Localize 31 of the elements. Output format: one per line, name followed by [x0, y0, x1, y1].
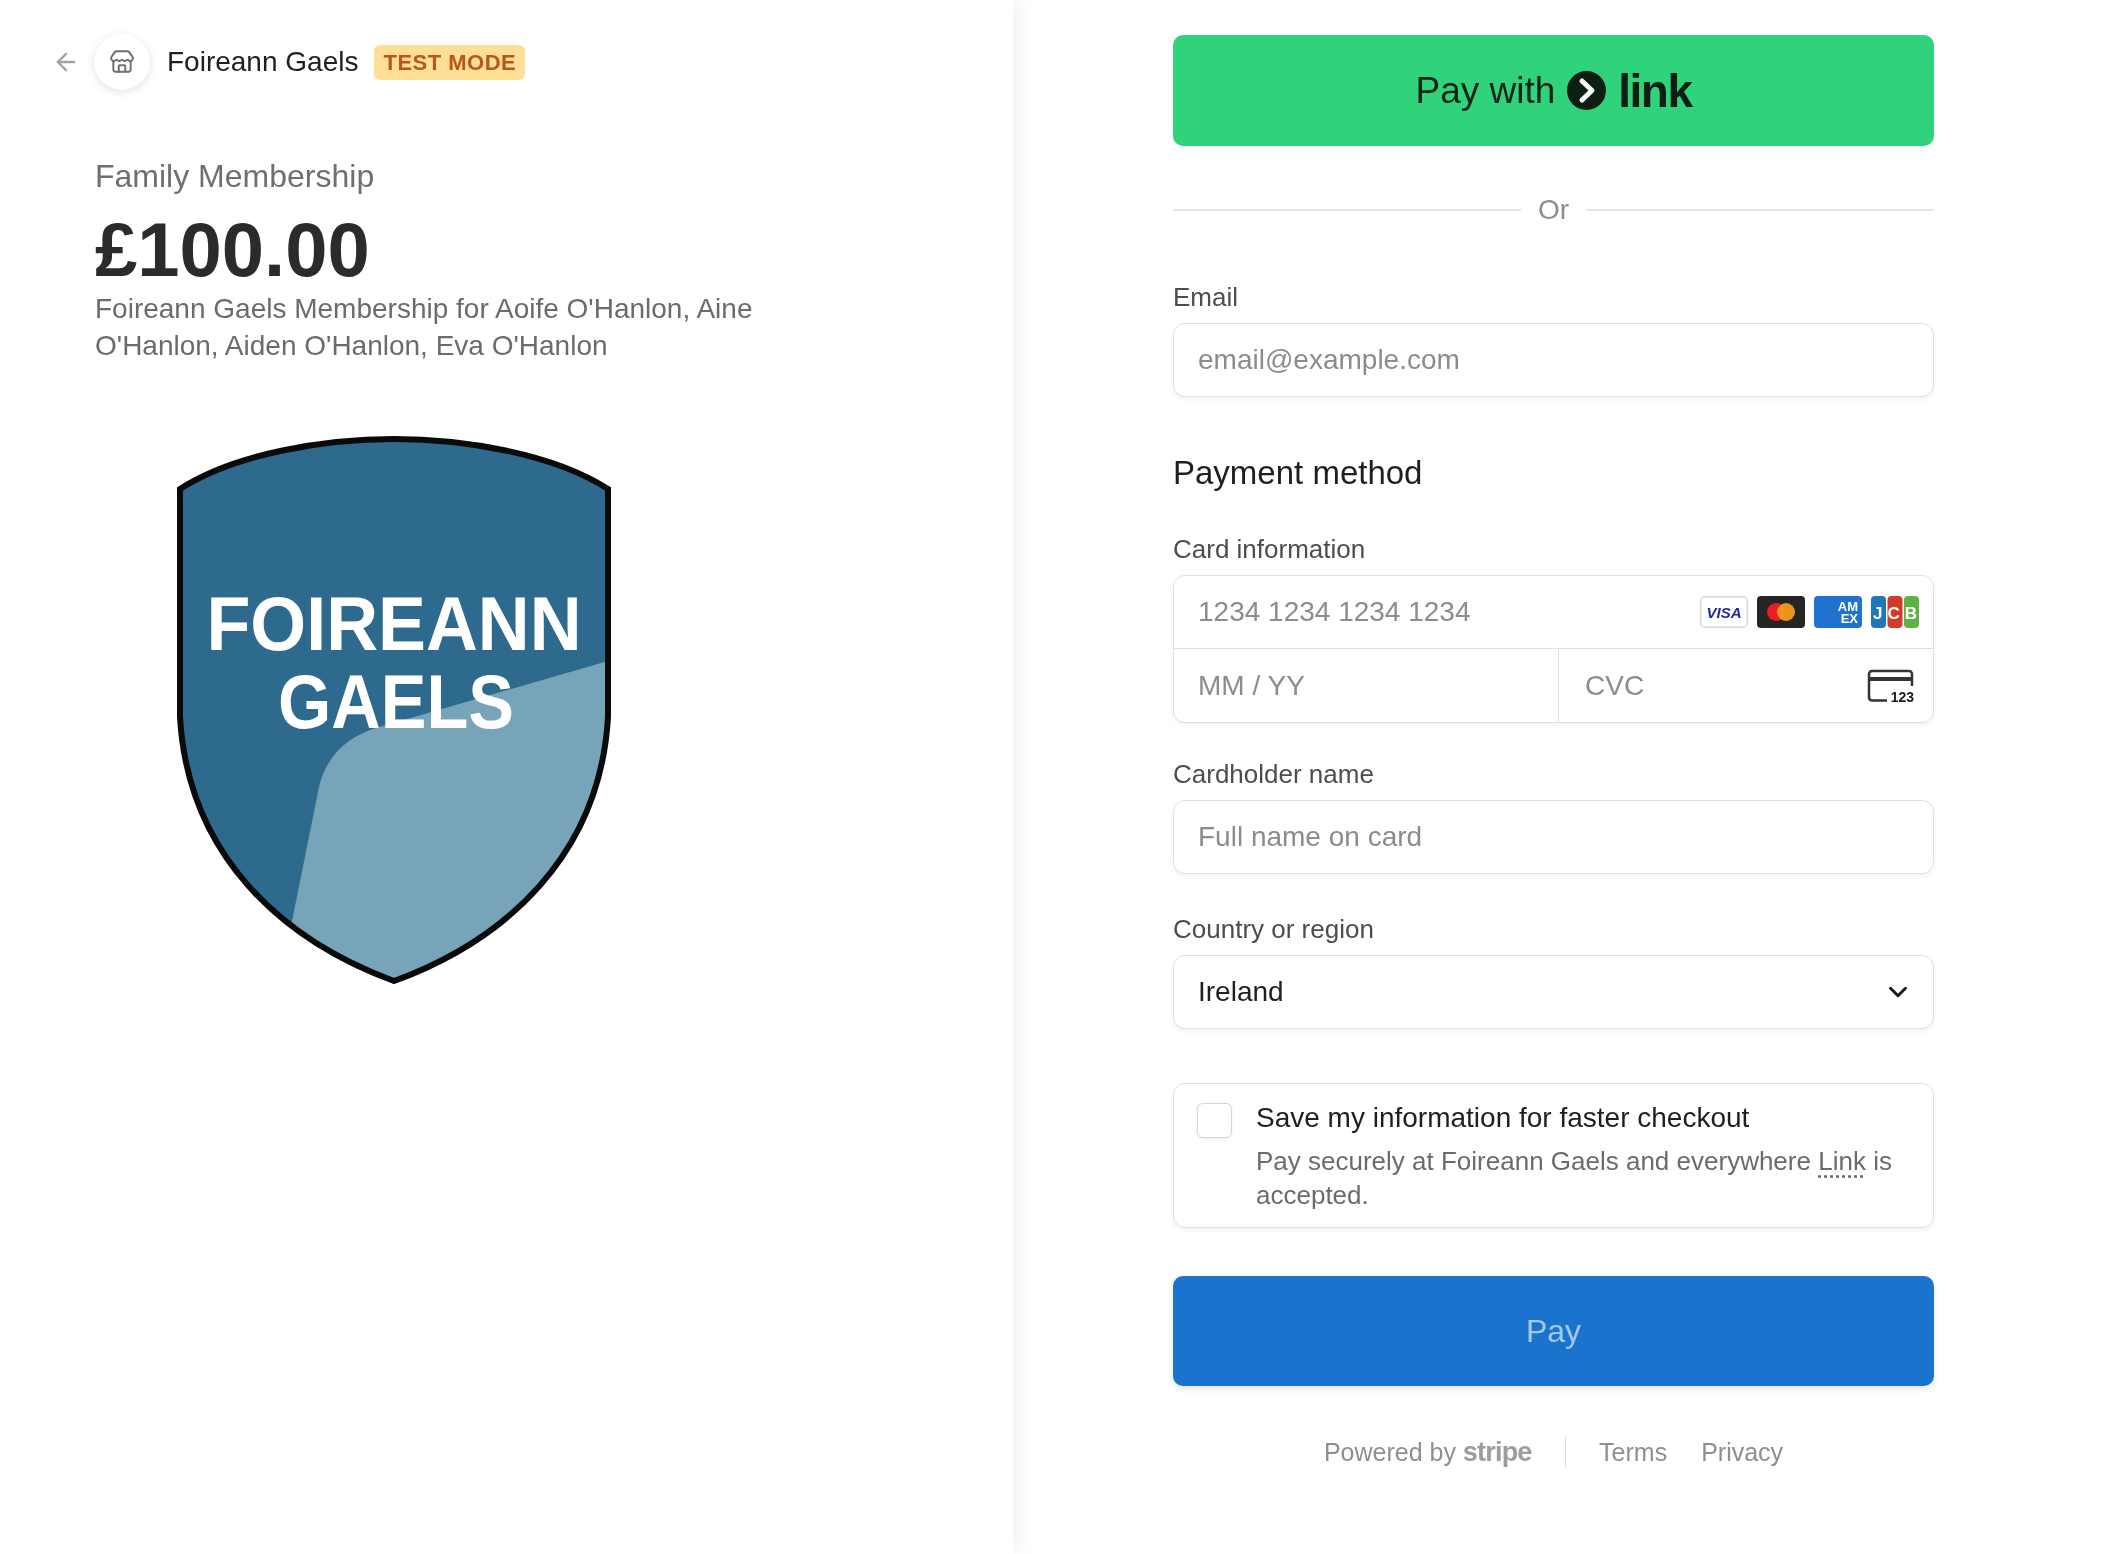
card-information-label: Card information: [1173, 533, 1367, 565]
divider-label: Or: [1536, 194, 1571, 226]
chevron-circle-icon: [1567, 71, 1607, 110]
cardholder-name-input[interactable]: Full name on card: [1173, 800, 1934, 874]
save-info-description: Pay securely at Foireann Gaels and everywhere Link is accepted.: [1256, 1145, 1893, 1212]
powered-by-link[interactable]: Powered by stripe: [1323, 1436, 1532, 1468]
expiry-input[interactable]: MM / YY: [1174, 649, 1558, 722]
footer-link[interactable]: Privacy: [1701, 1437, 1784, 1467]
inline-link[interactable]: Link: [1818, 1146, 1866, 1176]
product-price: £100.00: [95, 210, 370, 290]
product-name: Family Membership: [95, 157, 375, 196]
country-select[interactable]: Ireland: [1173, 955, 1934, 1029]
cvc-input[interactable]: CVC: [1559, 649, 1855, 722]
card-brand-icon: VISA: [1700, 596, 1748, 628]
store-icon: [94, 34, 150, 90]
country-label: Country or region: [1173, 913, 1375, 945]
product-description: Foireann Gaels Membership for Aoife O'Hanlon, Aine O'Hanlon, Aiden O'Hanlon, Eva O'Hanlon: [95, 292, 754, 363]
footer-link[interactable]: Terms: [1599, 1437, 1668, 1467]
save-info-checkbox[interactable]: [1197, 1103, 1232, 1138]
card-brand-icon: AM EX: [1814, 596, 1862, 628]
cardholder-name-label: Cardholder name: [1173, 758, 1375, 790]
business-name: Foireann Gaels: [167, 46, 359, 78]
email-input[interactable]: email@example.com: [1173, 323, 1934, 397]
card-information-field[interactable]: 1234 1234 1234 1234 VISA AM EX JCB MM / YY CVC 123: [1173, 575, 1934, 723]
test-mode-badge: TEST MODE: [374, 44, 526, 80]
section-title: Payment method: [1173, 453, 1424, 493]
email-label: Email: [1173, 281, 1239, 313]
save-info-title: Save my information for faster checkout: [1256, 1101, 1751, 1135]
card-brand-icon: [1757, 596, 1805, 628]
pay-with-link-button[interactable]: Pay with link: [1173, 35, 1934, 146]
card-number-input[interactable]: 1234 1234 1234 1234: [1174, 576, 1688, 648]
